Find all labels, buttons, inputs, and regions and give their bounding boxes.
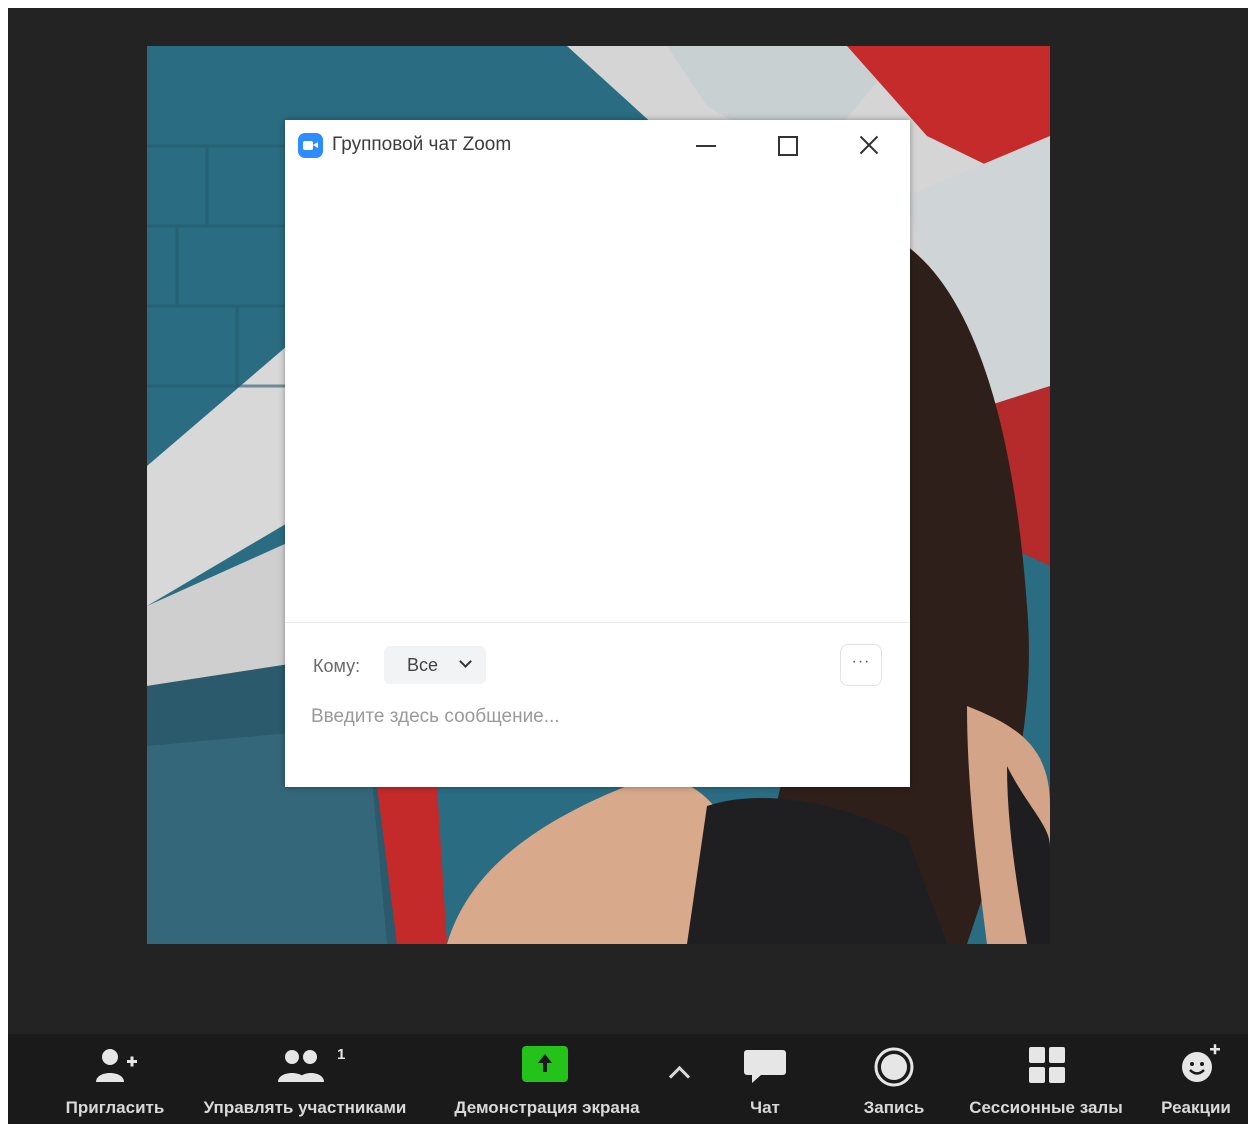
invite-label: Пригласить: [65, 1098, 165, 1117]
record-icon: [874, 1047, 914, 1087]
reactions-label: Реакции: [1161, 1098, 1231, 1117]
recipient-dropdown[interactable]: Все: [384, 646, 486, 684]
chat-divider: [285, 622, 910, 623]
chevron-up-icon: [668, 1065, 691, 1088]
group-chat-window[interactable]: Групповой чат Zoom Кому: Все ···: [285, 120, 910, 787]
message-input[interactable]: [311, 700, 881, 734]
minimize-icon[interactable]: [684, 126, 728, 164]
chevron-down-icon: [459, 655, 472, 668]
to-label: Кому:: [313, 656, 361, 676]
meeting-toolbar: Пригласить 1 Управлять участниками Демон…: [8, 1034, 1248, 1124]
breakout-rooms-icon: [1029, 1047, 1065, 1083]
share-screen-label: Демонстрация экрана: [454, 1098, 640, 1117]
share-screen-button[interactable]: Демонстрация экрана: [436, 1034, 658, 1124]
chat-window-title: Групповой чат Zoom: [332, 134, 512, 155]
chat-titlebar[interactable]: Групповой чат Zoom: [285, 120, 910, 170]
add-person-icon: [96, 1049, 137, 1082]
record-label: Запись: [863, 1098, 925, 1117]
share-options-button[interactable]: [660, 1034, 696, 1124]
manage-participants-button[interactable]: 1 Управлять участниками: [186, 1034, 424, 1124]
chat-label: Чат: [750, 1098, 780, 1117]
ellipsis-icon: ···: [851, 653, 871, 670]
chat-button[interactable]: Чат: [722, 1034, 808, 1124]
recipient-value: Все: [407, 655, 439, 675]
participants-count-badge: 1: [337, 1046, 346, 1063]
share-screen-icon: [522, 1046, 568, 1082]
zoom-logo-icon: [298, 133, 323, 158]
breakout-rooms-button[interactable]: Сессионные залы: [954, 1034, 1138, 1124]
participants-label: Управлять участниками: [203, 1098, 407, 1117]
meeting-screen: Групповой чат Zoom Кому: Все ··· Пригла: [8, 8, 1248, 1124]
invite-button[interactable]: Пригласить: [54, 1034, 176, 1124]
record-button[interactable]: Запись: [846, 1034, 942, 1124]
maximize-icon[interactable]: [765, 126, 809, 164]
reactions-smiley-icon: [1182, 1044, 1220, 1082]
chat-bubble-icon: [744, 1050, 786, 1083]
breakout-rooms-label: Сессионные залы: [969, 1098, 1123, 1117]
reactions-button[interactable]: Реакции: [1148, 1034, 1244, 1124]
more-options-button[interactable]: ···: [840, 644, 882, 686]
participants-icon: [278, 1050, 324, 1082]
close-icon[interactable]: [848, 126, 892, 164]
chat-messages-area: [285, 170, 910, 622]
